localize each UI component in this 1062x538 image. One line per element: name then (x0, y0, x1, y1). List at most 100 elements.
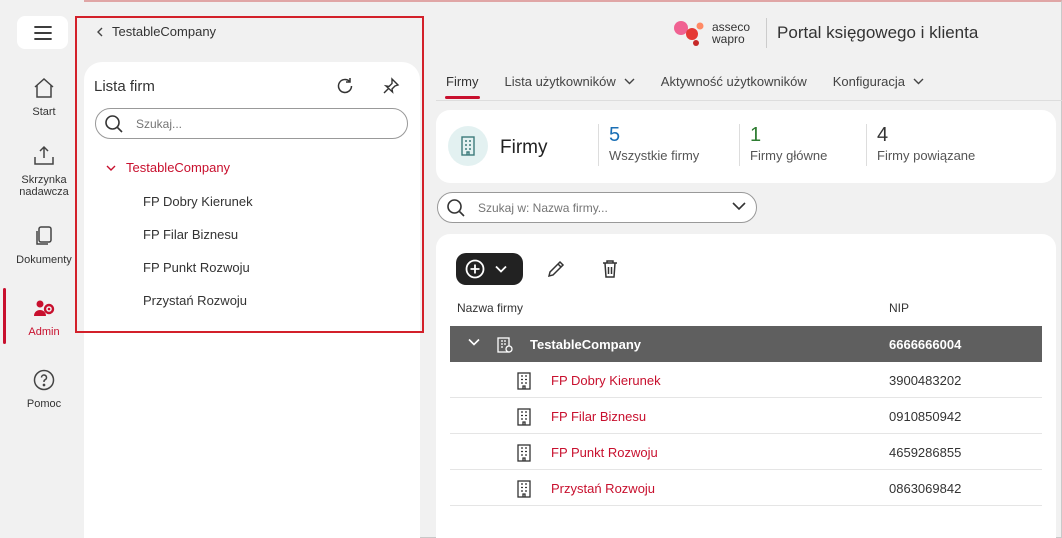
panel-search[interactable] (95, 108, 408, 139)
tree-root-label: TestableCompany (126, 160, 231, 175)
brand-separator (766, 18, 768, 48)
tab-firmy[interactable]: Firmy (445, 72, 479, 99)
tree-root-item[interactable]: TestableCompany (106, 160, 230, 175)
tab-aktywnosc-label: Aktywność użytkowników (660, 73, 807, 89)
edit-button[interactable] (544, 257, 568, 281)
pin-button[interactable] (379, 74, 403, 98)
home-icon (34, 77, 54, 98)
chevron-down-icon (624, 78, 635, 84)
nav-admin[interactable]: Admin (4, 296, 84, 338)
building-icon (517, 408, 531, 426)
column-header-name[interactable]: Nazwa firmy (457, 301, 523, 315)
panel-title: Lista firm (94, 78, 155, 95)
documents-icon (36, 226, 52, 245)
tab-konfiguracja[interactable]: Konfiguracja (833, 72, 924, 90)
admin-icon (34, 300, 55, 316)
chevron-down-icon (913, 78, 924, 84)
nav-rail: Start Skrzynka nadawcza Dokumenty Admin … (0, 0, 84, 538)
building-icon (517, 372, 531, 390)
row-nip: 6666666004 (889, 337, 962, 352)
tab-lista-uzytkownikow-label: Lista użytkowników (504, 73, 616, 89)
nav-admin-label: Admin (28, 326, 60, 338)
row-name[interactable]: FP Punkt Rozwoju (551, 445, 658, 460)
chevron-down-icon[interactable] (468, 338, 480, 346)
plus-circle-icon (465, 259, 485, 279)
tree-item[interactable]: FP Dobry Kierunek (143, 194, 253, 209)
table-row[interactable]: FP Dobry Kierunek 3900483202 (450, 362, 1042, 398)
tab-aktywnosc[interactable]: Aktywność użytkowników (661, 72, 807, 90)
summary-title: Firmy (500, 137, 548, 158)
app-title: Portal księgowego i klienta (777, 23, 979, 42)
building-icon (517, 480, 531, 498)
stat-all-value: 5 (609, 124, 621, 146)
tab-firmy-label: Firmy (446, 73, 479, 89)
brand-logo-text: asseco wapro (712, 21, 750, 45)
asseco-logo-icon (674, 21, 704, 46)
tab-konfiguracja-label: Konfiguracja (832, 73, 906, 89)
tab-lista-uzytkownikow[interactable]: Lista użytkowników (505, 72, 635, 90)
company-list-card: Lista firm TestableCompany FP Dobry Kier… (84, 62, 420, 538)
search-icon (447, 198, 465, 217)
table-row[interactable]: FP Punkt Rozwoju 4659286855 (450, 434, 1042, 470)
row-nip: 0863069842 (889, 481, 962, 496)
refresh-icon (337, 78, 353, 94)
nav-help-label: Pomoc (26, 398, 62, 410)
table-row[interactable]: FP Filar Biznesu 0910850942 (450, 398, 1042, 434)
building-icon (461, 136, 475, 156)
company-list-panel: TestableCompany Lista firm TestableCompa… (84, 0, 420, 538)
tabs-divider (436, 100, 1062, 101)
row-name[interactable]: FP Dobry Kierunek (551, 373, 661, 388)
chevron-down-icon[interactable] (732, 201, 746, 211)
tree-item[interactable]: FP Punkt Rozwoju (143, 260, 250, 275)
row-name[interactable]: FP Filar Biznesu (551, 409, 646, 424)
stat-linked-label: Firmy powiązane (877, 148, 976, 163)
pin-icon (383, 77, 400, 94)
tree-item[interactable]: FP Filar Biznesu (143, 227, 238, 242)
nav-documents-label: Dokumenty (16, 254, 72, 266)
stat-main: 1 Firmy główne (739, 124, 827, 166)
hamburger-icon (33, 25, 52, 40)
row-nip: 3900483202 (889, 373, 962, 388)
summary-card: Firmy 5 Wszystkie firmy 1 Firmy główne 4… (436, 110, 1056, 183)
panel-search-input[interactable] (136, 116, 376, 131)
stat-all-label: Wszystkie firmy (609, 148, 700, 163)
pencil-icon (547, 260, 565, 278)
nav-help[interactable]: Pomoc (4, 368, 84, 410)
stat-linked: 4 Firmy powiązane (866, 124, 975, 166)
tree-item[interactable]: Przystań Rozwoju (143, 293, 247, 308)
chevron-down-icon (495, 265, 507, 273)
nav-start-label: Start (32, 106, 56, 118)
nav-outbox-label: Skrzynka nadawcza (19, 174, 69, 198)
refresh-button[interactable] (333, 74, 357, 98)
nav-start[interactable]: Start (4, 76, 84, 118)
search-icon (105, 114, 123, 133)
delete-button[interactable] (598, 257, 622, 281)
building-icon (517, 444, 531, 462)
outbox-icon (34, 145, 54, 165)
help-icon (33, 369, 55, 391)
stat-linked-value: 4 (877, 124, 889, 146)
company-filter[interactable] (437, 192, 757, 223)
stat-main-label: Firmy główne (750, 148, 828, 163)
trash-icon (603, 260, 617, 278)
tab-bar: Firmy Lista użytkowników Aktywność użytk… (445, 72, 950, 100)
table-row[interactable]: Przystań Rozwoju 0863069842 (450, 470, 1042, 506)
stat-main-value: 1 (750, 124, 762, 146)
table-row[interactable]: TestableCompany 6666666004 (450, 326, 1042, 362)
chevron-down-icon (106, 165, 116, 171)
companies-table-card: Nazwa firmy NIP TestableCompany 66666660… (436, 234, 1056, 538)
breadcrumb[interactable]: TestableCompany (96, 24, 216, 39)
add-company-button[interactable] (456, 253, 523, 285)
nav-outbox[interactable]: Skrzynka nadawcza (4, 144, 84, 198)
row-name[interactable]: Przystań Rozwoju (551, 481, 655, 496)
row-nip: 0910850942 (889, 409, 962, 424)
row-name: TestableCompany (530, 337, 642, 352)
company-filter-input[interactable] (478, 200, 718, 215)
chevron-left-icon (97, 27, 103, 36)
row-nip: 4659286855 (889, 445, 962, 460)
column-header-nip[interactable]: NIP (889, 301, 909, 315)
nav-documents[interactable]: Dokumenty (4, 224, 84, 266)
brand-header: asseco wapro Portal księgowego i klienta (672, 18, 978, 48)
breadcrumb-label: TestableCompany (112, 24, 217, 39)
menu-button[interactable] (17, 16, 68, 49)
